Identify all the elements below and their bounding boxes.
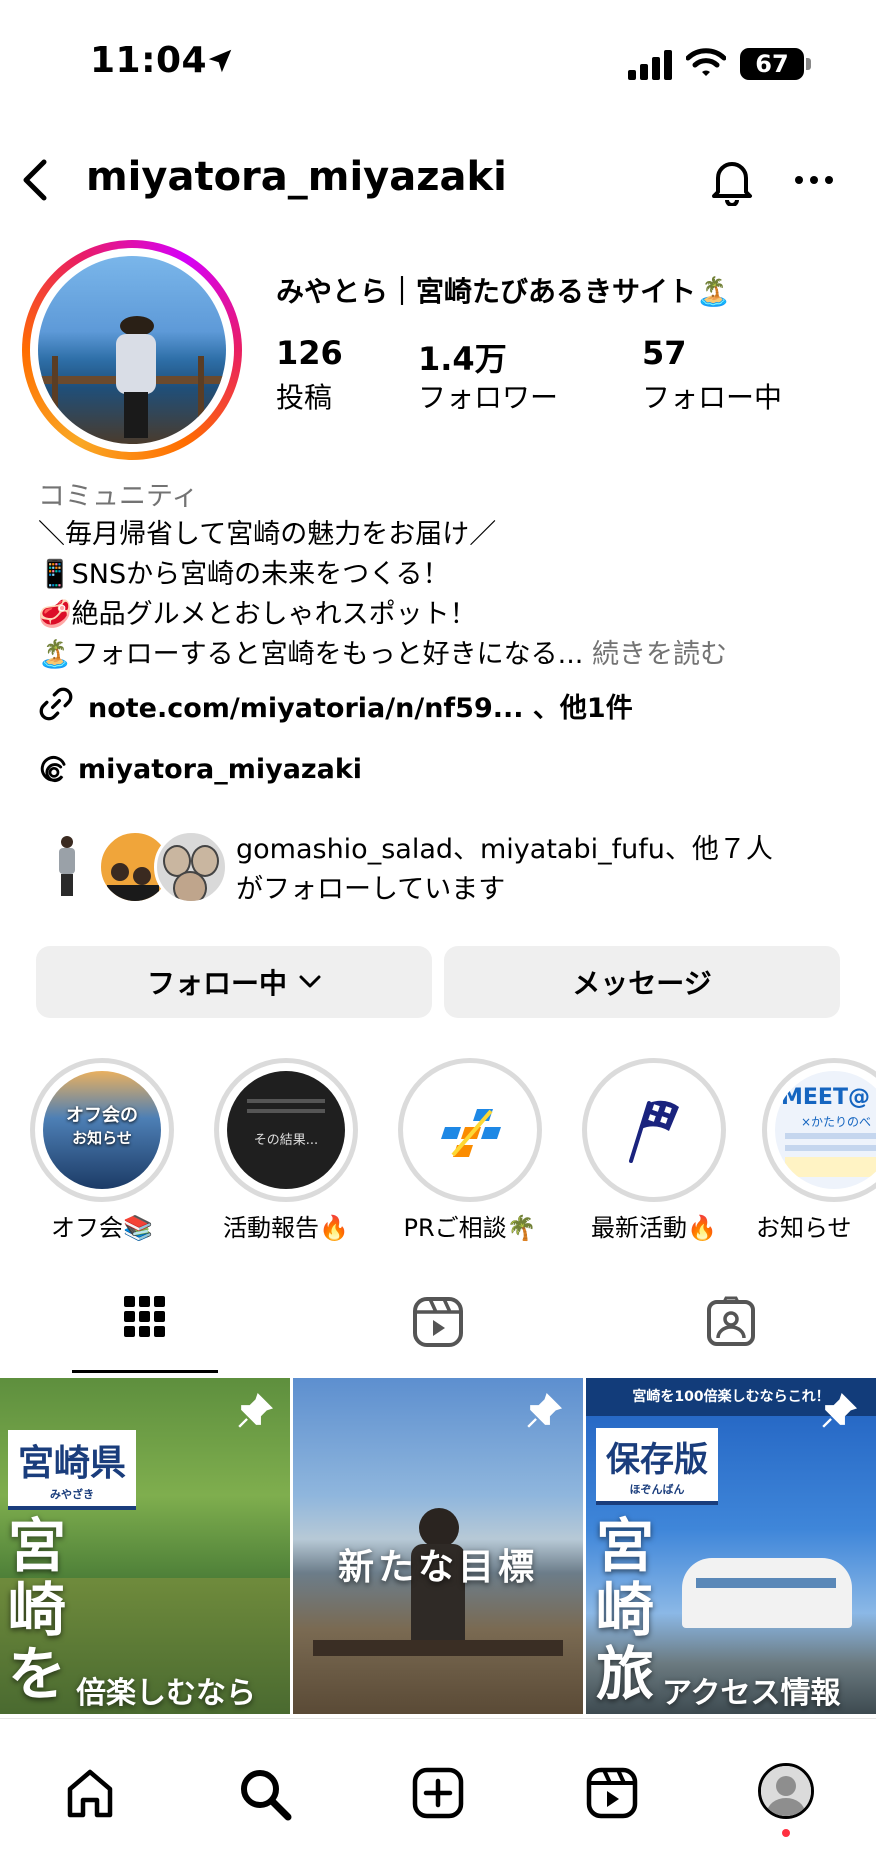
post-tag: 宮崎県 みやざき [8,1430,137,1510]
post-big-char: 旅 [596,1640,655,1708]
tagged-icon[interactable] [706,1296,756,1348]
post-tag-text: 保存版 [606,1440,708,1480]
bio-line: 🏝️フォローすると宮崎をもっと好きになる... [38,639,584,670]
highlight-cover: その結果... [227,1071,345,1189]
threads-handle[interactable]: miyatora_miyazaki [78,754,362,785]
post-tag: 保存版 ほぞんばん [596,1428,718,1505]
post-tag-sub: ほぞんばん [629,1483,685,1496]
pin-icon [238,1392,274,1428]
bio-line: 📱SNSから宮崎の未来をつくる！ [38,559,450,590]
bio-line: ＼毎月帰省して宮崎の魅力をお届け／ [38,519,497,550]
highlight-cover [411,1071,529,1189]
highlight-cover-text: その結果... [253,1133,319,1148]
highlight-label[interactable]: 活動報告🔥 [201,1208,371,1243]
highlight-cover: オフ会の お知らせ [43,1071,161,1189]
reels-icon[interactable] [412,1296,464,1348]
highlight-cover: MEET@ ×かたりのべ [775,1071,876,1189]
posts-label[interactable]: 投稿 [276,376,332,416]
avatar[interactable] [38,256,226,444]
bio-line: 🥩絶品グルメとおしゃれスポット！ [38,599,477,630]
followed-by-text[interactable]: gomashio_salad、miyatabi_fufu、他７人 がフォローして… [236,830,856,910]
post-big-text: 宮 崎 旅 [596,1514,654,1706]
checkered-flag-icon [629,1100,679,1163]
profile-nav-avatar[interactable] [758,1763,814,1819]
highlight-pr[interactable] [398,1058,542,1202]
highlight-label[interactable]: 最新活動🔥 [569,1208,739,1243]
highlight-announcements[interactable]: MEET@ ×かたりのべ [762,1058,876,1202]
post-big-char: 宮 [8,1512,67,1580]
more-options-icon[interactable] [794,170,834,190]
chevron-down-icon [299,975,321,988]
followers-count[interactable]: 1.4万 [418,334,507,380]
location-arrow-icon [208,49,232,73]
post-big-char: を [8,1640,67,1708]
followers-label[interactable]: フォロワー [418,376,558,416]
post-big-char: 宮 [596,1512,655,1580]
threads-icon[interactable] [38,754,70,788]
followed-by-line: がフォローしています [236,874,506,905]
following-label[interactable]: フォロー中 [642,376,782,416]
following-button[interactable]: フォロー中 [36,946,432,1018]
grid-icon[interactable] [124,1296,166,1338]
post-big-char: 崎 [596,1576,655,1644]
profile-display-name: みやとら｜宮崎たびあるきサイト🏝️ [276,275,731,308]
link-icon [39,687,73,721]
post-thumbnail[interactable]: 新たな目標 [293,1378,583,1714]
post-tag-sub: みやざき [50,1488,94,1501]
post-sub-text: 倍楽しむなら [76,1676,256,1711]
battery-indicator: 67 [740,48,804,80]
battery-cap [806,58,811,70]
profile-link[interactable]: note.com/miyatoria/n/nf59... 、他1件 [88,686,633,725]
status-time: 11:04 [90,40,208,81]
post-sub-text: アクセス情報 [662,1676,841,1711]
message-button[interactable]: メッセージ [444,946,840,1018]
highlight-cover-text: オフ会の [66,1105,138,1126]
pin-icon [822,1392,858,1428]
home-icon[interactable] [64,1767,116,1819]
back-arrow-icon[interactable] [18,158,54,202]
highlight-cover-text: ×かたりのべ [801,1115,872,1129]
post-thumbnail[interactable]: 宮崎を100倍楽しむならこれ！ 保存版 ほぞんばん 宮 崎 旅 アクセス情報 [586,1378,876,1714]
profile-username-title: miyatora_miyazaki [86,154,507,200]
reels-nav-icon[interactable] [586,1767,638,1819]
profile-category: コミュニティ [38,481,199,512]
search-icon[interactable] [238,1767,292,1821]
cellular-signal-icon [628,48,672,80]
highlight-cover [595,1071,713,1189]
post-center-text: 新たな目標 [337,1547,538,1588]
post-big-char: 崎 [8,1576,67,1644]
active-tab-indicator [72,1370,218,1373]
posts-count[interactable]: 126 [276,334,343,372]
wifi-icon [686,48,726,76]
mutual-avatar [154,830,228,904]
bell-icon[interactable] [708,156,756,206]
followed-by-line: gomashio_salad、miyatabi_fufu、他７人 [236,834,773,865]
highlight-activity-report[interactable]: その結果... [214,1058,358,1202]
create-post-icon[interactable] [412,1767,464,1819]
highlight-cover-text: お知らせ [72,1129,132,1147]
post-tag-text: 宮崎県 [18,1443,127,1484]
avatar-story-ring[interactable] [22,240,242,460]
highlight-latest-activity[interactable] [582,1058,726,1202]
bottom-navigation [0,1718,876,1868]
read-more-link[interactable]: 続きを読む [592,639,727,670]
message-button-label: メッセージ [572,967,712,1000]
highlight-label[interactable]: お知らせ [756,1208,876,1243]
following-count[interactable]: 57 [642,334,687,372]
highlight-label[interactable]: オフ会📚 [17,1208,187,1243]
post-thumbnail[interactable]: 宮崎県 みやざき 宮 崎 を 倍楽しむなら [0,1378,290,1714]
bio-line-with-more: 🏝️フォローすると宮崎をもっと好きになる... 続きを読む [38,632,727,671]
pin-icon [527,1392,563,1428]
highlight-label[interactable]: PRご相談🌴 [385,1208,555,1243]
post-big-text: 宮 崎 を [8,1514,66,1706]
notification-dot [782,1829,790,1837]
highlight-cover-text: MEET@ [781,1085,870,1110]
mutual-avatar [56,836,78,896]
highlight-offkai[interactable]: オフ会の お知らせ [30,1058,174,1202]
following-button-label: フォロー中 [146,967,287,1000]
prefecture-logo-icon [441,1109,501,1157]
